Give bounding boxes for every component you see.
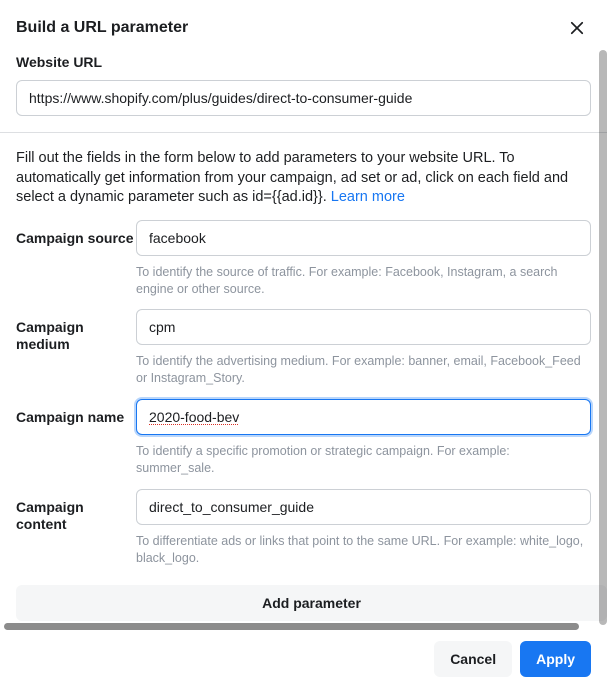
url-parameter-modal: Build a URL parameter Website URL Fill o…	[0, 0, 607, 687]
add-parameter-button[interactable]: Add parameter	[16, 585, 607, 621]
campaign-source-row: Campaign source To identify the source o…	[0, 220, 607, 310]
campaign-content-input[interactable]	[136, 489, 591, 525]
campaign-medium-row: Campaign medium To identify the advertis…	[0, 309, 607, 399]
intro-text: Fill out the fields in the form below to…	[0, 133, 607, 220]
campaign-source-label: Campaign source	[16, 220, 136, 247]
campaign-source-help: To identify the source of traffic. For e…	[136, 264, 591, 298]
campaign-name-help: To identify a specific promotion or stra…	[136, 443, 591, 477]
campaign-name-label: Campaign name	[16, 399, 136, 426]
apply-button[interactable]: Apply	[520, 641, 591, 677]
campaign-content-label: Campaign content	[16, 489, 136, 533]
campaign-content-help: To differentiate ads or links that point…	[136, 533, 591, 567]
website-url-input[interactable]	[16, 80, 591, 116]
modal-footer: Cancel Apply	[0, 631, 607, 687]
modal-title: Build a URL parameter	[16, 19, 188, 37]
close-button[interactable]	[563, 14, 591, 42]
campaign-name-row: Campaign name 2020-food-bev To identify …	[0, 399, 607, 489]
campaign-medium-input[interactable]	[136, 309, 591, 345]
cancel-button[interactable]: Cancel	[434, 641, 512, 677]
campaign-content-row: Campaign content To differentiate ads or…	[0, 489, 607, 579]
campaign-name-input[interactable]: 2020-food-bev	[136, 399, 591, 435]
horizontal-scrollbar[interactable]	[4, 623, 579, 630]
website-url-section: Website URL	[0, 54, 607, 133]
intro-body: Fill out the fields in the form below to…	[16, 150, 568, 205]
website-url-label: Website URL	[16, 54, 591, 70]
modal-header: Build a URL parameter	[0, 0, 607, 54]
campaign-medium-label: Campaign medium	[16, 309, 136, 353]
vertical-scrollbar[interactable]	[599, 50, 607, 625]
campaign-medium-help: To identify the advertising medium. For …	[136, 353, 591, 387]
campaign-name-value: 2020-food-bev	[149, 409, 239, 425]
campaign-source-input[interactable]	[136, 220, 591, 256]
learn-more-link[interactable]: Learn more	[331, 189, 405, 205]
close-icon	[568, 19, 586, 37]
